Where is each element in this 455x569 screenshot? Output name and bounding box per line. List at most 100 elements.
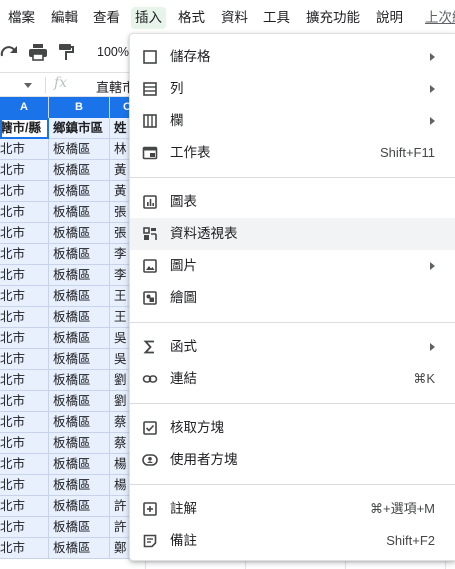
table-cell[interactable]: 北市 [0,496,49,517]
header-cell[interactable]: 鄉鎮市區 [49,118,110,139]
table-cell[interactable]: 板橋區 [49,307,110,328]
submenu-arrow-icon [430,117,435,125]
menu-item-sheet[interactable]: 工作表 Shift+F11 [130,137,455,169]
table-cell[interactable]: 北市 [0,433,49,454]
table-cell[interactable]: 北市 [0,412,49,433]
table-cell[interactable]: 板橋區 [49,328,110,349]
table-cell[interactable]: 板橋區 [49,349,110,370]
menu-item-shortcut: ⌘+選項+M [369,501,435,516]
chart-icon [143,195,157,209]
table-cell[interactable]: 板橋區 [49,223,110,244]
menu-format[interactable]: 格式 [174,7,209,29]
table-cell[interactable]: 北市 [0,517,49,538]
table-cell[interactable]: 北市 [0,181,49,202]
menu-item-row[interactable]: 列 [130,73,455,105]
table-cell[interactable]: 北市 [0,139,49,160]
checkbox-icon [143,421,157,435]
table-cell[interactable]: 板橋區 [49,244,110,265]
menu-tools[interactable]: 工具 [259,7,294,29]
link-icon [142,375,158,383]
table-cell[interactable]: 北市 [0,307,49,328]
menu-item-label: 工作表 [170,145,211,160]
paint-format-icon[interactable] [57,42,75,62]
menu-item-link[interactable]: 連結 ⌘K [130,363,455,395]
table-cell[interactable]: 北市 [0,202,49,223]
menu-view[interactable]: 查看 [89,7,124,29]
menu-item-label: 列 [170,81,184,96]
submenu-arrow-icon [430,262,435,270]
table-cell[interactable]: 板橋區 [49,475,110,496]
menu-item-chart[interactable]: 圖表 [130,186,455,218]
menu-item-label: 圖表 [170,194,197,209]
table-cell[interactable]: 板橋區 [49,496,110,517]
menu-item-pivot-table[interactable]: 資料透視表 [130,218,455,250]
redo-icon[interactable] [0,42,20,62]
submenu-arrow-icon [430,85,435,93]
menu-item-image[interactable]: 圖片 [130,250,455,282]
print-icon[interactable] [28,42,48,62]
table-cell[interactable]: 北市 [0,328,49,349]
menu-item-checkbox[interactable]: 核取方塊 [130,412,455,444]
table-cell[interactable]: 板橋區 [49,139,110,160]
table-cell[interactable]: 板橋區 [49,412,110,433]
header-cell[interactable]: 轄市/縣 [0,118,49,139]
table-cell[interactable]: 北市 [0,286,49,307]
insert-menu: 儲存格列欄工作表 Shift+F11 圖表資料透視表 圖片 繪圖函式連結 ⌘K 核取方塊使用… [129,33,455,561]
people-chip-icon [142,454,158,466]
menu-item-note[interactable]: 備註 Shift+F2 [130,525,455,557]
cell-icon [143,50,157,64]
table-cell[interactable]: 板橋區 [49,160,110,181]
zoom-select[interactable]: 100% [97,42,129,62]
menu-item-comment[interactable]: 註解 ⌘+選項+M [130,493,455,525]
table-cell[interactable]: 北市 [0,244,49,265]
table-cell[interactable]: 北市 [0,160,49,181]
table-cell[interactable]: 北市 [0,391,49,412]
table-cell[interactable]: 北市 [0,265,49,286]
menu-extensions[interactable]: 擴充功能 [302,7,364,29]
table-cell[interactable]: 北市 [0,223,49,244]
comment-icon [143,502,157,516]
menu-data[interactable]: 資料 [217,7,252,29]
table-cell[interactable]: 板橋區 [49,370,110,391]
menu-item-sigma[interactable]: 函式 [130,331,455,363]
name-box-dropdown-icon[interactable] [24,83,32,88]
table-cell[interactable]: 板橋區 [49,391,110,412]
sigma-icon [143,340,154,354]
menu-separator [130,484,455,485]
pivot-table-icon [143,227,157,240]
menu-item-shortcut: ⌘K [413,371,435,386]
menu-item-cell[interactable]: 儲存格 [130,41,455,73]
menu-edit[interactable]: 編輯 [47,7,82,29]
menu-item-drawing[interactable]: 繪圖 [130,282,455,314]
menu-separator [130,403,455,404]
table-cell[interactable]: 板橋區 [49,202,110,223]
table-cell[interactable]: 板橋區 [49,517,110,538]
menu-separator [130,322,455,323]
menu-item-label: 註解 [170,501,197,516]
menu-item-label: 函式 [170,339,197,354]
table-cell[interactable]: 北市 [0,349,49,370]
menu-item-column[interactable]: 欄 [130,105,455,137]
table-cell[interactable]: 板橋區 [49,433,110,454]
table-cell[interactable]: 板橋區 [49,286,110,307]
table-cell[interactable]: 北市 [0,538,49,559]
table-cell[interactable]: 板橋區 [49,181,110,202]
table-cell[interactable]: 板橋區 [49,538,110,559]
table-cell[interactable]: 北市 [0,454,49,475]
table-cell[interactable]: 北市 [0,475,49,496]
drawing-icon [143,291,157,305]
row-icon [143,82,157,96]
last-edit-link[interactable]: 上次編 [421,7,455,29]
menu-item-people-chip[interactable]: 使用者方塊 [130,444,455,476]
table-cell[interactable]: 板橋區 [49,265,110,286]
menu-help[interactable]: 說明 [372,7,407,29]
table-cell[interactable]: 北市 [0,370,49,391]
menu-item-shortcut: Shift+F2 [386,533,435,548]
menubar: 檔案 編輯 查看 插入 格式 資料 工具 擴充功能 說明 上次編 [0,0,455,33]
column-header-a[interactable]: A [0,97,49,118]
column-header-b[interactable]: B [49,97,110,118]
menu-insert[interactable]: 插入 [131,7,166,29]
menu-file[interactable]: 檔案 [4,7,39,29]
table-cell[interactable]: 板橋區 [49,454,110,475]
menu-item-label: 使用者方塊 [170,452,238,467]
